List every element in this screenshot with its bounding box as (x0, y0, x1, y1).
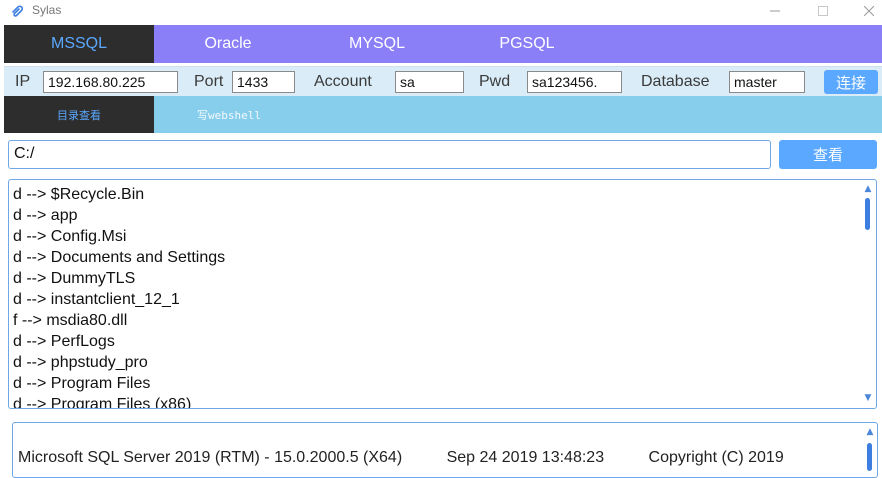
server-version-text: Microsoft SQL Server 2019 (RTM) - 15.0.2… (18, 449, 784, 466)
connect-button[interactable]: 连接 (824, 70, 878, 94)
port-input[interactable]: 1433 (232, 71, 295, 93)
directory-list: d --> $Recycle.Bin d --> app d --> Confi… (13, 184, 853, 408)
tab-mysql[interactable]: MYSQL (302, 25, 452, 63)
list-item[interactable]: d --> DummyTLS (13, 268, 853, 289)
account-input[interactable]: sa (395, 71, 464, 93)
account-label: Account (314, 73, 372, 90)
ip-label: IP (15, 73, 31, 90)
tab-directory-view[interactable]: 目录查看 (4, 96, 154, 133)
list-item[interactable]: d --> Documents and Settings (13, 247, 853, 268)
tab-write-webshell[interactable]: 写webshell (154, 96, 304, 133)
maximize-button[interactable] (800, 0, 846, 22)
database-tab-bar: MSSQL Oracle MYSQL PGSQL (4, 25, 882, 63)
path-input[interactable]: C:/ (8, 140, 771, 169)
pwd-label: Pwd (479, 73, 511, 90)
list-item[interactable]: d --> Program Files (13, 373, 853, 394)
minimize-icon (770, 10, 780, 12)
list-item[interactable]: d --> app (13, 205, 853, 226)
port-label: Port (194, 73, 224, 90)
scroll-up-icon[interactable]: ▲ (863, 425, 877, 439)
database-label: Database (641, 73, 710, 90)
maximize-icon (818, 6, 828, 16)
minimize-button[interactable] (752, 0, 798, 22)
directory-scrollbar[interactable]: ▲ ▼ (861, 180, 875, 408)
scroll-up-icon[interactable]: ▲ (861, 182, 875, 196)
paperclip-link-icon (12, 5, 23, 17)
pwd-input[interactable]: sa123456. (527, 71, 622, 93)
list-item[interactable]: d --> Config.Msi (13, 226, 853, 247)
tab-oracle[interactable]: Oracle (154, 25, 302, 63)
list-item[interactable]: d --> Program Files (x86) (13, 394, 853, 408)
title-bar: Sylas (0, 0, 882, 24)
list-item[interactable]: f --> msdia80.dll (13, 310, 853, 331)
close-button[interactable] (846, 0, 882, 22)
list-item[interactable]: d --> phpstudy_pro (13, 352, 853, 373)
view-button[interactable]: 查看 (779, 140, 877, 169)
window-title: Sylas (32, 3, 62, 17)
tab-pgsql[interactable]: PGSQL (452, 25, 602, 63)
scrollbar-thumb[interactable] (865, 198, 870, 230)
tab-mssql[interactable]: MSSQL (4, 25, 154, 63)
scrollbar-thumb[interactable] (867, 443, 872, 471)
list-item[interactable]: d --> PerfLogs (13, 331, 853, 352)
scroll-down-icon[interactable]: ▼ (861, 391, 875, 405)
function-tab-bar: 目录查看 写webshell (4, 96, 882, 133)
directory-listing[interactable]: d --> $Recycle.Bin d --> app d --> Confi… (8, 179, 877, 409)
server-info-box[interactable]: Microsoft SQL Server 2019 (RTM) - 15.0.2… (12, 422, 878, 478)
ip-input[interactable]: 192.168.80.225 (43, 71, 178, 93)
list-item[interactable]: d --> instantclient_12_1 (13, 289, 853, 310)
close-icon (864, 6, 874, 16)
list-item[interactable]: d --> $Recycle.Bin (13, 184, 853, 205)
info-scrollbar[interactable]: ▲ (863, 423, 877, 477)
connection-bar: IP 192.168.80.225 Port 1433 Account sa P… (4, 66, 882, 96)
database-input[interactable]: master (729, 71, 805, 93)
